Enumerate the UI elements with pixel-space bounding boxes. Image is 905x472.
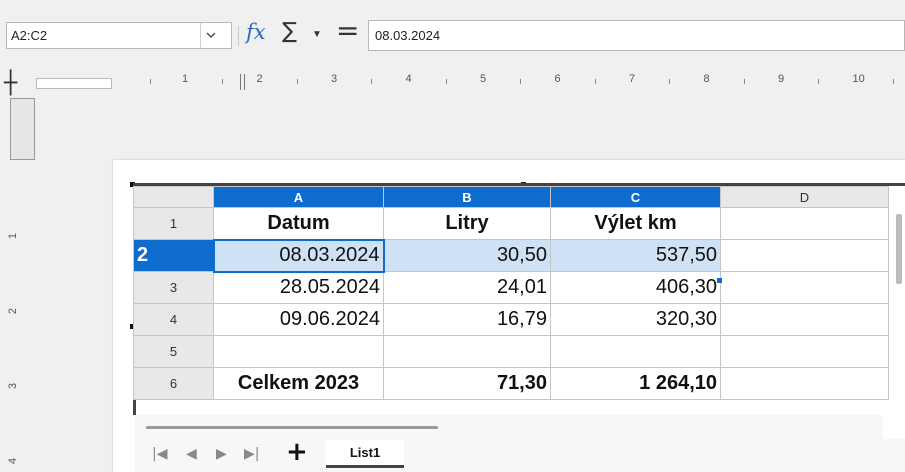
cell-b1[interactable]: Litry <box>383 207 551 240</box>
cell-c2[interactable]: 537,50 <box>550 239 721 272</box>
ruler-tick <box>445 79 447 84</box>
ruler-tick <box>520 79 522 84</box>
vertical-ruler-number: 4 <box>7 457 20 465</box>
cell-b6[interactable]: 71,30 <box>383 367 551 400</box>
ruler-tick <box>296 79 298 84</box>
ruler-number: 1 <box>182 73 189 85</box>
row-header[interactable]: 4 <box>133 303 214 336</box>
vertical-ruler-number: 2 <box>7 307 20 315</box>
table-row: 4 09.06.2024 16,79 320,30 <box>133 303 889 336</box>
name-box-dropdown[interactable] <box>200 23 220 48</box>
cell-d1[interactable] <box>720 207 889 240</box>
next-sheet-icon[interactable]: ▶ <box>216 446 227 462</box>
last-sheet-icon[interactable]: ▶| <box>244 446 259 462</box>
function-wizard-button[interactable]: fx <box>246 20 266 44</box>
ruler-tick <box>222 79 224 84</box>
cell-d3[interactable] <box>720 271 889 304</box>
ruler-tick <box>371 79 373 84</box>
ruler-number: 5 <box>480 73 487 85</box>
cell-c4[interactable]: 320,30 <box>550 303 721 336</box>
ruler-number: 10 <box>852 73 865 85</box>
sum-dropdown-icon[interactable]: ▼ <box>312 29 322 40</box>
vertical-scrollbar[interactable] <box>896 214 902 284</box>
table-row: 6 Celkem 2023 71,30 1 264,10 <box>133 367 889 400</box>
cell-c1[interactable]: Výlet km <box>550 207 721 240</box>
spreadsheet-grid: A B C D 1 Datum Litry Výlet km 2 08.03.2… <box>133 186 889 400</box>
cell-c3[interactable]: 406,30 <box>550 271 721 304</box>
table-row: 3 28.05.2024 24,01 406,30 <box>133 271 889 304</box>
ruler-number: 7 <box>629 73 636 85</box>
vertical-ruler-margin <box>10 98 35 160</box>
column-header-row: A B C D <box>133 186 889 208</box>
name-box[interactable]: A2:C2 <box>6 22 232 49</box>
ruler-number: 4 <box>405 73 412 85</box>
ruler-number: 2 <box>256 73 263 85</box>
table-row: 2 08.03.2024 30,50 537,50 <box>133 238 889 273</box>
column-header-d[interactable]: D <box>720 186 889 208</box>
cell-a2[interactable]: 08.03.2024 <box>212 238 385 273</box>
row-header[interactable]: 3 <box>133 271 214 304</box>
sheet-tab-list1[interactable]: List1 <box>326 440 404 468</box>
cell-b5[interactable] <box>383 335 551 368</box>
ruler-number: 3 <box>331 73 338 85</box>
cell-b2[interactable]: 30,50 <box>383 239 551 272</box>
cell-a6[interactable]: Celkem 2023 <box>213 367 384 400</box>
row-header[interactable]: 2 <box>133 239 214 272</box>
vertical-ruler-number: 3 <box>7 382 20 390</box>
ruler-tick <box>594 79 596 84</box>
ruler-tick <box>150 79 151 84</box>
ruler-indent-marker[interactable] <box>240 74 245 90</box>
add-sheet-button[interactable]: + <box>286 437 308 467</box>
ruler-tick <box>743 79 745 84</box>
formula-button[interactable]: = <box>336 14 359 47</box>
cell-a3[interactable]: 28.05.2024 <box>213 271 384 304</box>
cell-a4[interactable]: 09.06.2024 <box>213 303 384 336</box>
ruler-tick <box>818 79 820 84</box>
fill-handle[interactable] <box>717 278 722 283</box>
select-all-corner[interactable] <box>133 186 214 208</box>
chevron-down-icon <box>206 32 215 38</box>
cell-b3[interactable]: 24,01 <box>383 271 551 304</box>
cell-c6[interactable]: 1 264,10 <box>550 367 721 400</box>
cell-d4[interactable] <box>720 303 889 336</box>
cell-a5[interactable] <box>213 335 384 368</box>
formula-toolbar: A2:C2 fx ∑ ▼ = 08.03.2024 <box>0 0 905 64</box>
toolbar-separator <box>238 26 239 46</box>
vertical-ruler-number: 1 <box>7 232 20 240</box>
cell-c5[interactable] <box>550 335 721 368</box>
previous-sheet-icon[interactable]: ◀ <box>186 446 197 462</box>
horizontal-ruler[interactable] <box>0 64 905 98</box>
ruler-number: 9 <box>778 73 785 85</box>
sum-button[interactable]: ∑ <box>282 19 297 44</box>
column-header-a[interactable]: A <box>213 186 384 208</box>
formula-input[interactable]: 08.03.2024 <box>368 20 905 51</box>
row-header[interactable]: 6 <box>133 367 214 400</box>
table-row: 5 <box>133 335 889 368</box>
cell-d2[interactable] <box>720 239 889 272</box>
ruler-number: 8 <box>703 73 710 85</box>
column-header-c[interactable]: C <box>550 186 721 208</box>
cell-b4[interactable]: 16,79 <box>383 303 551 336</box>
cell-d5[interactable] <box>720 335 889 368</box>
column-header-b[interactable]: B <box>383 186 551 208</box>
row-header[interactable]: 5 <box>133 335 214 368</box>
first-sheet-icon[interactable]: |◀ <box>152 446 167 462</box>
cell-d6[interactable] <box>720 367 889 400</box>
ruler-tick <box>669 79 671 84</box>
ruler-tick <box>892 79 894 84</box>
row-header[interactable]: 1 <box>133 207 214 240</box>
ruler-number: 6 <box>554 73 561 85</box>
table-row: 1 Datum Litry Výlet km <box>133 207 889 240</box>
tab-stop-icon[interactable]: ┼ <box>4 73 17 95</box>
horizontal-scroll-thumb[interactable] <box>146 426 438 429</box>
cell-a1[interactable]: Datum <box>213 207 384 240</box>
ruler-margin-left <box>36 78 112 89</box>
